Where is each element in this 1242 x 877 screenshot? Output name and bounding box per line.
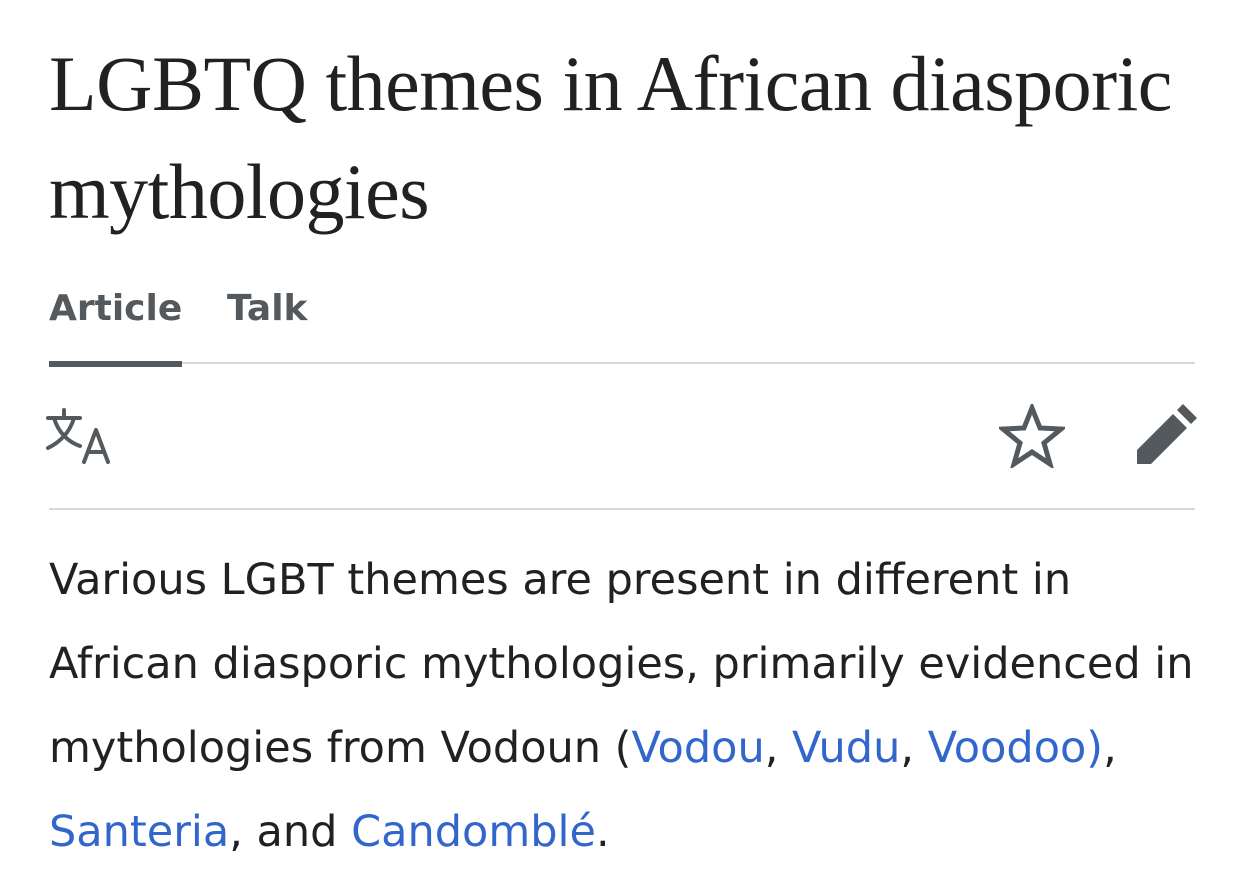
lead-text: . xyxy=(595,807,610,857)
lead-text: , and xyxy=(229,807,352,857)
translate-icon[interactable] xyxy=(46,406,112,471)
article-lead-paragraph: Various LGBT themes are present in diffe… xyxy=(49,538,1195,874)
link-santeria[interactable]: Santeria xyxy=(49,807,229,857)
article-page: LGBTQ themes in African diasporic mythol… xyxy=(46,0,1197,857)
lead-text: , xyxy=(1103,723,1117,773)
lead-text: , xyxy=(764,723,793,773)
pencil-icon[interactable] xyxy=(1135,404,1197,471)
link-candomble[interactable]: Candomblé xyxy=(351,807,596,857)
link-vodou[interactable]: Vodou xyxy=(631,723,764,773)
tab-article[interactable]: Article xyxy=(49,288,183,367)
star-icon[interactable] xyxy=(996,401,1068,473)
namespace-tabs: Article Talk xyxy=(49,280,1195,367)
page-actions-toolbar xyxy=(46,364,1197,510)
lead-text: , xyxy=(900,723,928,773)
link-voodoo[interactable]: Voodoo) xyxy=(928,723,1103,773)
page-title: LGBTQ themes in African diasporic mythol… xyxy=(49,40,1172,235)
link-vudu[interactable]: Vudu xyxy=(792,723,900,773)
tab-talk[interactable]: Talk xyxy=(227,288,308,355)
